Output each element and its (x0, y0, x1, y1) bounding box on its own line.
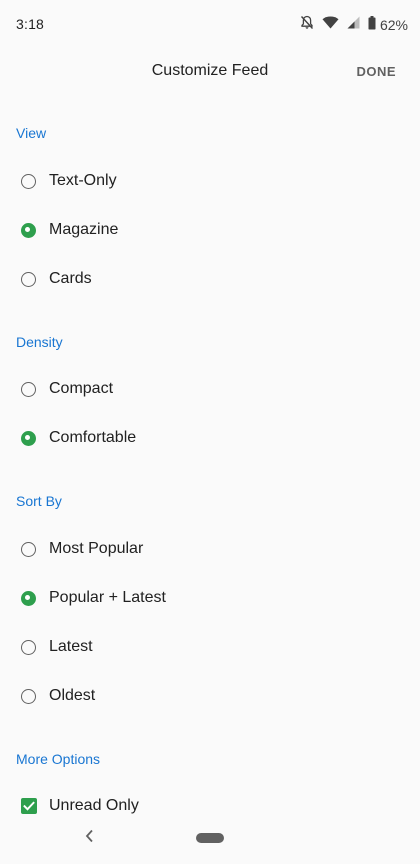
radio-button[interactable] (21, 639, 36, 655)
option-label: Magazine (49, 221, 119, 238)
option-label: Text-Only (49, 172, 117, 189)
home-pill-icon[interactable] (196, 833, 224, 843)
option-label: Cards (49, 270, 92, 287)
wifi-icon (322, 16, 339, 34)
option-comfortable[interactable]: Comfortable (0, 416, 420, 460)
radio-button[interactable] (21, 688, 36, 704)
section-header-sort-by: Sort By (16, 493, 62, 509)
battery-percent: 62% (379, 17, 408, 33)
option-compact[interactable]: Compact (0, 367, 420, 411)
radio-button-selected[interactable] (21, 222, 36, 238)
app-bar: Customize Feed DONE (0, 50, 420, 96)
option-label: Latest (49, 638, 93, 655)
status-bar: 3:18 62% (0, 0, 420, 50)
check-icon (23, 801, 35, 811)
section-header-view: View (16, 125, 47, 141)
option-oldest[interactable]: Oldest (0, 674, 420, 718)
option-label: Compact (49, 380, 114, 397)
option-label: Popular + Latest (49, 589, 166, 606)
option-cards[interactable]: Cards (0, 257, 420, 301)
option-label: Oldest (49, 687, 96, 704)
option-magazine[interactable]: Magazine (0, 208, 420, 252)
checkbox-checked[interactable] (21, 798, 37, 814)
navigation-bar (0, 816, 420, 864)
radio-button[interactable] (21, 173, 36, 189)
radio-button[interactable] (21, 381, 36, 397)
option-label: Unread Only (49, 797, 139, 814)
radio-button-selected[interactable] (21, 590, 36, 606)
status-icons: 62% (292, 15, 408, 35)
option-label: Most Popular (49, 540, 144, 557)
back-icon[interactable] (84, 828, 96, 849)
option-label: Comfortable (49, 429, 137, 446)
notifications-off-icon (300, 15, 314, 35)
radio-button[interactable] (21, 541, 36, 557)
option-popular-latest[interactable]: Popular + Latest (0, 576, 420, 620)
radio-button[interactable] (21, 271, 36, 287)
status-time: 3:18 (16, 16, 45, 32)
section-header-density: Density (16, 334, 63, 350)
option-latest[interactable]: Latest (0, 625, 420, 669)
section-header-more-options: More Options (16, 751, 101, 767)
done-button[interactable]: DONE (356, 64, 396, 79)
cell-signal-icon (347, 16, 360, 34)
battery-icon (368, 15, 376, 35)
option-most-popular[interactable]: Most Popular (0, 527, 420, 571)
radio-button-selected[interactable] (21, 430, 36, 446)
option-text-only[interactable]: Text-Only (0, 159, 420, 203)
